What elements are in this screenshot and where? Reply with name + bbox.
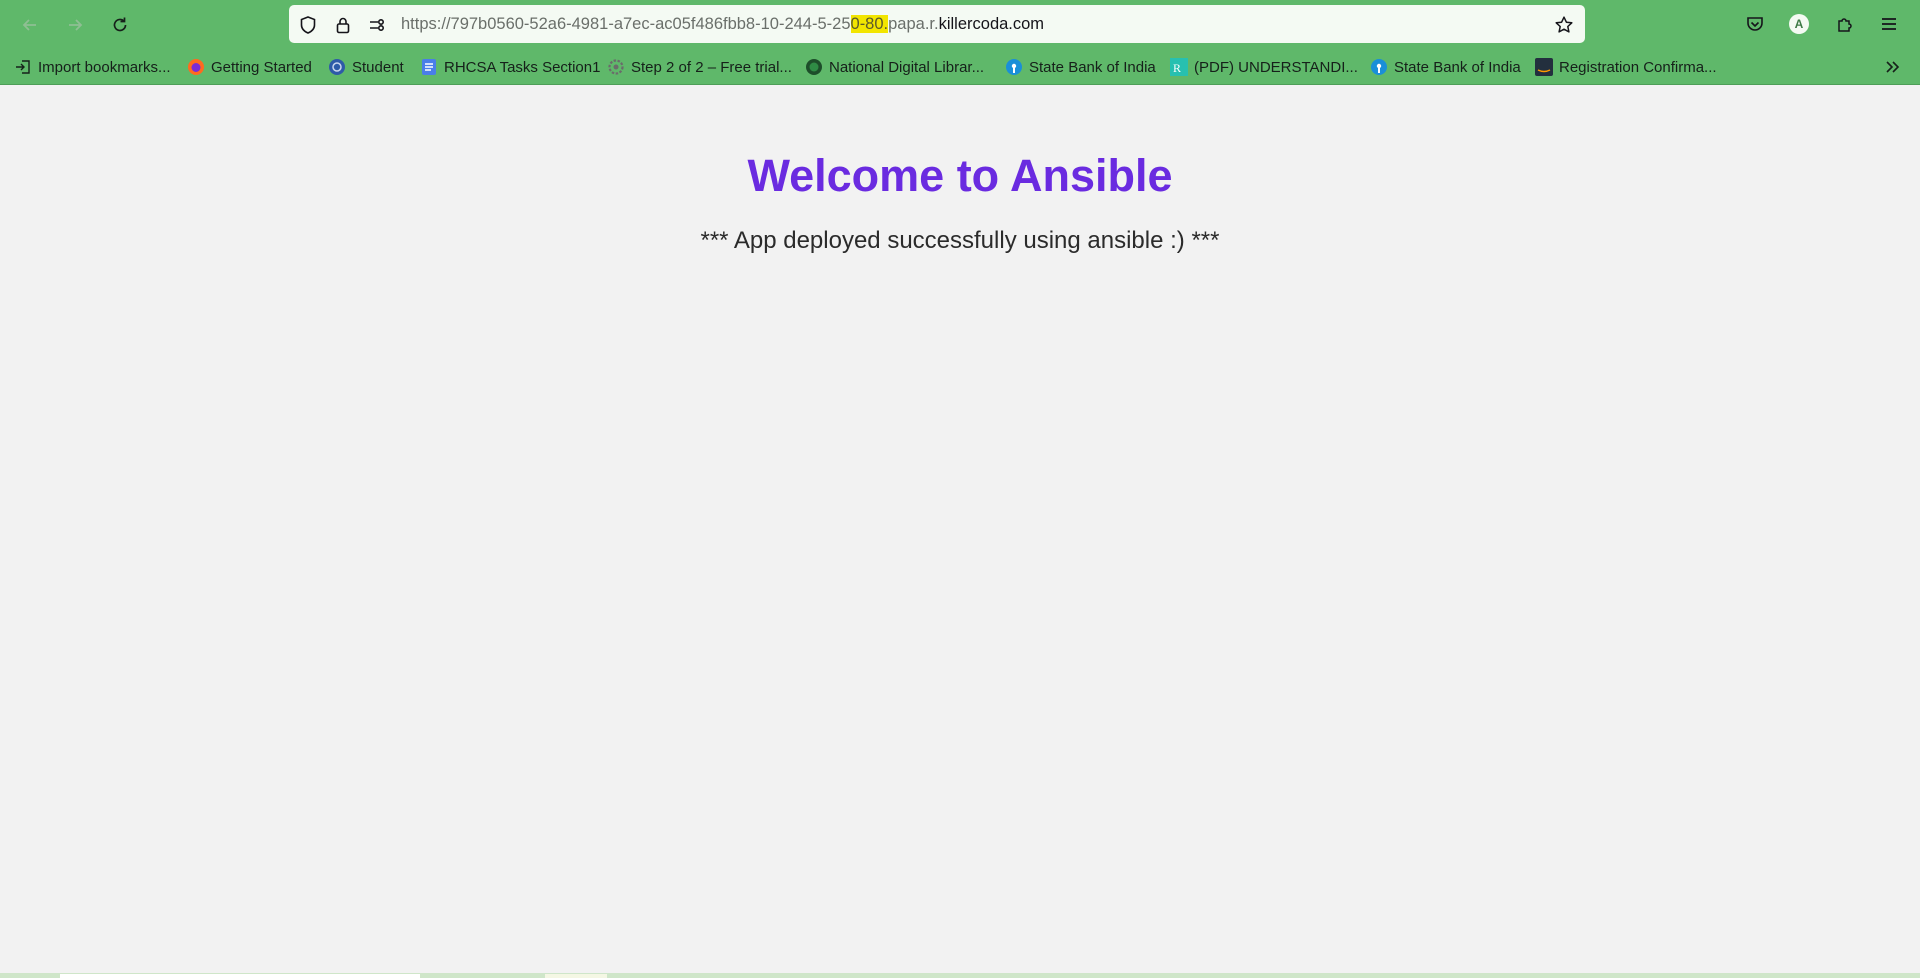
docs-icon — [420, 58, 438, 76]
bookmark-registration[interactable]: Registration Confirma... — [1535, 49, 1717, 85]
status-segment — [545, 974, 607, 978]
bookmark-import[interactable]: Import bookmarks... — [14, 49, 171, 85]
bookmark-label: (PDF) UNDERSTANDI... — [1194, 58, 1358, 76]
page-title: Welcome to Ansible — [747, 150, 1173, 201]
emblem-icon — [328, 58, 346, 76]
aws-icon — [1535, 58, 1553, 76]
import-icon — [14, 58, 32, 76]
bookmark-label: State Bank of India — [1394, 58, 1521, 76]
bookmark-researchgate[interactable]: R (PDF) UNDERSTANDI... — [1170, 49, 1358, 85]
bookmark-rhcsa[interactable]: RHCSA Tasks Section1 — [420, 49, 600, 85]
bookmark-getting-started[interactable]: Getting Started — [187, 49, 312, 85]
bookmark-student[interactable]: Student — [328, 49, 404, 85]
sbi-icon — [1370, 58, 1388, 76]
status-strip — [0, 973, 1920, 978]
bookmark-label: RHCSA Tasks Section1 — [444, 58, 601, 76]
chevron-double-right-icon — [1886, 61, 1900, 73]
back-arrow-icon — [22, 19, 36, 31]
url-subdomain: papa.r. — [888, 15, 939, 33]
sbi-icon — [1005, 58, 1023, 76]
address-bar[interactable]: https://797b0560-52a6-4981-a7ec-ac05f486… — [289, 5, 1585, 43]
bookmark-step-2[interactable]: Step 2 of 2 – Free trial... — [607, 49, 792, 85]
reload-icon — [113, 17, 127, 32]
url-highlight: 0-80. — [850, 15, 889, 33]
browser-toolbar: https://797b0560-52a6-4981-a7ec-ac05f486… — [0, 0, 1920, 49]
bookmark-label: Step 2 of 2 – Free trial... — [631, 58, 792, 76]
reload-button[interactable] — [105, 10, 135, 40]
bookmarks-overflow-button[interactable] — [1884, 49, 1902, 85]
url-prefix: https://797b0560-52a6-4981-a7ec-ac05f486… — [401, 15, 851, 33]
account-avatar-icon[interactable]: A — [1786, 11, 1812, 37]
bookmark-label: State Bank of India — [1029, 58, 1156, 76]
bookmarks-toolbar: Import bookmarks... Getting Started Stud… — [0, 49, 1920, 85]
svg-text:R: R — [1173, 61, 1181, 75]
bookmark-national-digital-library[interactable]: National Digital Librar... — [805, 49, 984, 85]
bookmark-label: National Digital Librar... — [829, 58, 985, 76]
url-text[interactable]: https://797b0560-52a6-4981-a7ec-ac05f486… — [401, 5, 1044, 43]
bookmark-label: Getting Started — [211, 58, 312, 76]
bookmark-star-icon[interactable] — [1553, 14, 1575, 36]
bookmark-label: Registration Confirma... — [1559, 58, 1717, 76]
app-menu-icon[interactable] — [1876, 11, 1902, 37]
forward-arrow-icon — [69, 19, 83, 31]
bookmark-label: Import bookmarks... — [38, 58, 171, 76]
bookmark-sbi-1[interactable]: State Bank of India — [1005, 49, 1156, 85]
pocket-icon[interactable] — [1742, 11, 1768, 37]
researchgate-icon: R — [1170, 58, 1188, 76]
library-icon — [805, 58, 823, 76]
bookmark-sbi-2[interactable]: State Bank of India — [1370, 49, 1521, 85]
avatar: A — [1789, 14, 1809, 34]
bookmark-label: Student — [352, 58, 404, 76]
extensions-icon[interactable] — [1832, 11, 1858, 37]
forward-button[interactable] — [60, 10, 90, 40]
status-segment — [60, 974, 420, 978]
site-permissions-icon[interactable] — [366, 14, 388, 36]
url-domain: killercoda.com — [938, 15, 1045, 33]
gear-icon — [607, 58, 625, 76]
firefox-icon — [187, 58, 205, 76]
deploy-message: *** App deployed successfully using ansi… — [700, 227, 1220, 254]
tracking-protection-shield-icon[interactable] — [297, 14, 319, 36]
lock-icon[interactable] — [332, 14, 354, 36]
back-button[interactable] — [15, 10, 45, 40]
page-content: Welcome to Ansible *** App deployed succ… — [0, 85, 1920, 973]
